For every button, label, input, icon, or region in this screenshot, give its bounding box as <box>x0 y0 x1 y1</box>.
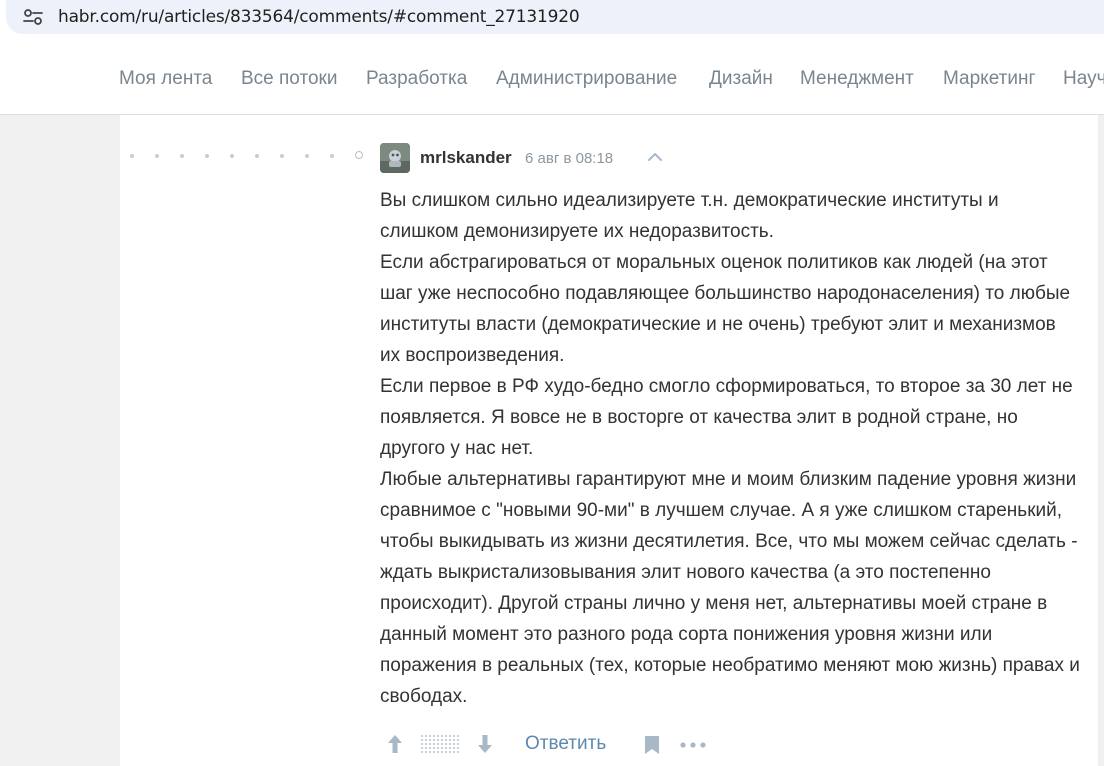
nav-item-all-flows[interactable]: Все потоки <box>241 68 337 90</box>
nav-item-marketing[interactable]: Маркетинг <box>943 68 1035 90</box>
thread-dot <box>305 154 309 158</box>
arrow-up-icon[interactable] <box>386 733 404 755</box>
nav-item-popsci[interactable]: Научпоп <box>1063 68 1104 90</box>
chevron-up-icon[interactable] <box>647 150 663 164</box>
browser-address-bar: habr.com/ru/articles/833564/comments/#co… <box>0 0 1104 44</box>
nav-item-my-feed[interactable]: Моя лента <box>119 68 212 90</box>
comment-body: Вы слишком сильно идеализируете т.н. дем… <box>380 185 1080 712</box>
url-text[interactable]: habr.com/ru/articles/833564/comments/#co… <box>58 7 580 27</box>
thread-dot <box>205 154 209 158</box>
more-dots-icon[interactable] <box>680 742 706 748</box>
comment-card: mrlskander 6 авг в 08:18 Вы слишком силь… <box>120 115 1098 766</box>
reply-button[interactable]: Ответить <box>525 733 606 755</box>
thread-dot <box>280 154 284 158</box>
comment-footer: Ответить <box>380 730 980 760</box>
nav-item-development[interactable]: Разработка <box>366 68 467 90</box>
thread-dot <box>230 154 234 158</box>
main-nav: Моя лента Все потоки Разработка Админист… <box>0 44 1104 115</box>
comment-paragraph: Любые альтернативы гарантируют мне и мои… <box>380 469 1080 707</box>
nav-item-management[interactable]: Менеджмент <box>800 68 914 90</box>
thread-dot <box>130 154 134 158</box>
url-field[interactable]: habr.com/ru/articles/833564/comments/#co… <box>6 0 1104 34</box>
thread-dot <box>155 154 159 158</box>
comment-author[interactable]: mrlskander <box>420 148 512 168</box>
thread-dot <box>255 154 259 158</box>
thread-dot <box>330 154 334 158</box>
avatar-image <box>380 143 410 173</box>
nav-item-design[interactable]: Дизайн <box>709 68 773 90</box>
nav-item-administration[interactable]: Администрирование <box>496 68 677 90</box>
tune-icon[interactable] <box>22 7 44 27</box>
comment-paragraph: Если абстрагироваться от моральных оцено… <box>380 252 1071 366</box>
comment-paragraph: Вы слишком сильно идеализируете т.н. дем… <box>380 190 999 242</box>
comment-paragraph: Если первое в РФ худо-бедно смогло сформ… <box>380 376 1073 459</box>
thread-dot <box>180 154 184 158</box>
arrow-down-icon[interactable] <box>476 733 494 755</box>
avatar[interactable] <box>380 143 410 173</box>
thread-ring[interactable] <box>355 151 363 159</box>
comment-timestamp[interactable]: 6 авг в 08:18 <box>525 150 613 167</box>
bookmark-icon[interactable] <box>644 735 660 755</box>
rating-hidden-indicator <box>420 734 460 754</box>
